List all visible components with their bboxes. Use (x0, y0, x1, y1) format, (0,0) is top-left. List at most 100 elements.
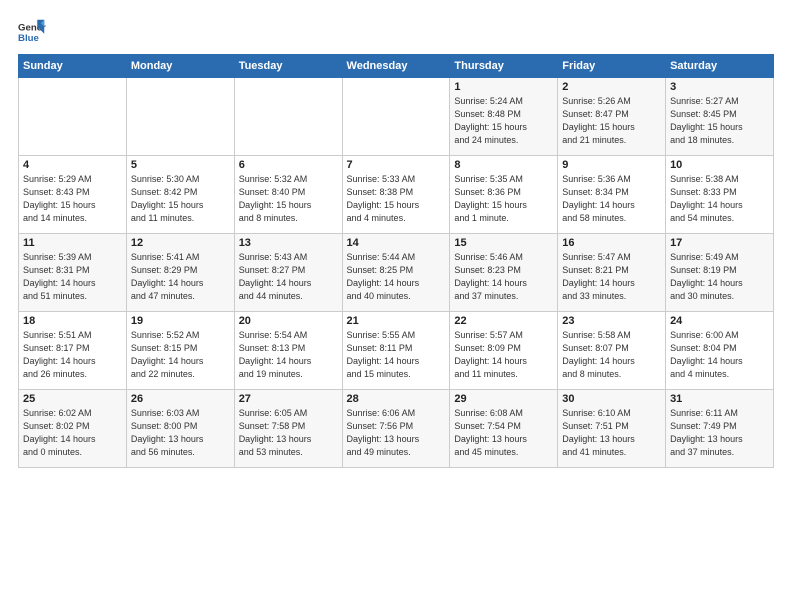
day-cell: 25 Sunrise: 6:02 AM Sunset: 8:02 PM Dayli… (19, 390, 127, 468)
day-info: Sunrise: 5:29 AM Sunset: 8:43 PM Dayligh… (23, 173, 122, 225)
day-info: Sunrise: 6:03 AM Sunset: 8:00 PM Dayligh… (131, 407, 230, 459)
day-info: Sunrise: 5:49 AM Sunset: 8:19 PM Dayligh… (670, 251, 769, 303)
day-cell (234, 78, 342, 156)
header-cell-thursday: Thursday (450, 55, 558, 78)
day-number: 24 (670, 315, 769, 327)
day-info: Sunrise: 6:06 AM Sunset: 7:56 PM Dayligh… (347, 407, 446, 459)
logo-icon: General Blue (18, 18, 46, 46)
day-info: Sunrise: 5:58 AM Sunset: 8:07 PM Dayligh… (562, 329, 661, 381)
day-cell: 2 Sunrise: 5:26 AM Sunset: 8:47 PM Daylig… (558, 78, 666, 156)
day-cell (126, 78, 234, 156)
header-cell-saturday: Saturday (666, 55, 774, 78)
day-info: Sunrise: 5:41 AM Sunset: 8:29 PM Dayligh… (131, 251, 230, 303)
day-info: Sunrise: 5:57 AM Sunset: 8:09 PM Dayligh… (454, 329, 553, 381)
day-number: 14 (347, 237, 446, 249)
day-cell: 4 Sunrise: 5:29 AM Sunset: 8:43 PM Daylig… (19, 156, 127, 234)
day-info: Sunrise: 5:44 AM Sunset: 8:25 PM Dayligh… (347, 251, 446, 303)
day-cell: 8 Sunrise: 5:35 AM Sunset: 8:36 PM Daylig… (450, 156, 558, 234)
day-info: Sunrise: 6:10 AM Sunset: 7:51 PM Dayligh… (562, 407, 661, 459)
day-info: Sunrise: 6:02 AM Sunset: 8:02 PM Dayligh… (23, 407, 122, 459)
header-cell-sunday: Sunday (19, 55, 127, 78)
day-number: 15 (454, 237, 553, 249)
day-info: Sunrise: 5:24 AM Sunset: 8:48 PM Dayligh… (454, 95, 553, 147)
day-info: Sunrise: 5:32 AM Sunset: 8:40 PM Dayligh… (239, 173, 338, 225)
day-number: 12 (131, 237, 230, 249)
day-info: Sunrise: 6:05 AM Sunset: 7:58 PM Dayligh… (239, 407, 338, 459)
week-row-1: 1 Sunrise: 5:24 AM Sunset: 8:48 PM Daylig… (19, 78, 774, 156)
day-number: 22 (454, 315, 553, 327)
day-info: Sunrise: 5:39 AM Sunset: 8:31 PM Dayligh… (23, 251, 122, 303)
day-info: Sunrise: 5:26 AM Sunset: 8:47 PM Dayligh… (562, 95, 661, 147)
day-info: Sunrise: 6:08 AM Sunset: 7:54 PM Dayligh… (454, 407, 553, 459)
day-number: 1 (454, 81, 553, 93)
header-row: SundayMondayTuesdayWednesdayThursdayFrid… (19, 55, 774, 78)
day-info: Sunrise: 5:38 AM Sunset: 8:33 PM Dayligh… (670, 173, 769, 225)
day-cell: 26 Sunrise: 6:03 AM Sunset: 8:00 PM Dayli… (126, 390, 234, 468)
day-info: Sunrise: 5:51 AM Sunset: 8:17 PM Dayligh… (23, 329, 122, 381)
day-number: 28 (347, 393, 446, 405)
day-number: 23 (562, 315, 661, 327)
week-row-4: 18Sunrise: 5:51 AM Sunset: 8:17 PM Dayli… (19, 312, 774, 390)
day-info: Sunrise: 5:27 AM Sunset: 8:45 PM Dayligh… (670, 95, 769, 147)
day-cell: 1 Sunrise: 5:24 AM Sunset: 8:48 PM Daylig… (450, 78, 558, 156)
day-number: 9 (562, 159, 661, 171)
day-info: Sunrise: 5:30 AM Sunset: 8:42 PM Dayligh… (131, 173, 230, 225)
day-cell: 23 Sunrise: 5:58 AM Sunset: 8:07 PM Dayli… (558, 312, 666, 390)
header-cell-friday: Friday (558, 55, 666, 78)
day-cell: 22 Sunrise: 5:57 AM Sunset: 8:09 PM Dayli… (450, 312, 558, 390)
day-cell: 12 Sunrise: 5:41 AM Sunset: 8:29 PM Dayli… (126, 234, 234, 312)
header-cell-tuesday: Tuesday (234, 55, 342, 78)
day-number: 11 (23, 237, 122, 249)
day-cell: 28 Sunrise: 6:06 AM Sunset: 7:56 PM Dayli… (342, 390, 450, 468)
day-info: Sunrise: 5:43 AM Sunset: 8:27 PM Dayligh… (239, 251, 338, 303)
day-cell: 14 Sunrise: 5:44 AM Sunset: 8:25 PM Dayli… (342, 234, 450, 312)
week-row-2: 4 Sunrise: 5:29 AM Sunset: 8:43 PM Daylig… (19, 156, 774, 234)
day-cell: 18Sunrise: 5:51 AM Sunset: 8:17 PM Dayli… (19, 312, 127, 390)
day-cell: 5 Sunrise: 5:30 AM Sunset: 8:42 PM Daylig… (126, 156, 234, 234)
day-number: 27 (239, 393, 338, 405)
day-number: 3 (670, 81, 769, 93)
day-cell: 20 Sunrise: 5:54 AM Sunset: 8:13 PM Dayli… (234, 312, 342, 390)
calendar-table: SundayMondayTuesdayWednesdayThursdayFrid… (18, 54, 774, 468)
day-info: Sunrise: 5:33 AM Sunset: 8:38 PM Dayligh… (347, 173, 446, 225)
day-info: Sunrise: 6:11 AM Sunset: 7:49 PM Dayligh… (670, 407, 769, 459)
day-cell: 10Sunrise: 5:38 AM Sunset: 8:33 PM Dayli… (666, 156, 774, 234)
day-cell: 11 Sunrise: 5:39 AM Sunset: 8:31 PM Dayli… (19, 234, 127, 312)
svg-text:Blue: Blue (18, 33, 39, 44)
day-number: 17 (670, 237, 769, 249)
day-info: Sunrise: 5:54 AM Sunset: 8:13 PM Dayligh… (239, 329, 338, 381)
day-info: Sunrise: 5:55 AM Sunset: 8:11 PM Dayligh… (347, 329, 446, 381)
logo: General Blue (18, 18, 50, 46)
day-info: Sunrise: 5:47 AM Sunset: 8:21 PM Dayligh… (562, 251, 661, 303)
week-row-5: 25 Sunrise: 6:02 AM Sunset: 8:02 PM Dayli… (19, 390, 774, 468)
day-cell: 24 Sunrise: 6:00 AM Sunset: 8:04 PM Dayli… (666, 312, 774, 390)
day-cell: 9Sunrise: 5:36 AM Sunset: 8:34 PM Daylig… (558, 156, 666, 234)
day-number: 19 (131, 315, 230, 327)
day-cell (19, 78, 127, 156)
header-cell-monday: Monday (126, 55, 234, 78)
day-number: 26 (131, 393, 230, 405)
day-number: 21 (347, 315, 446, 327)
day-number: 4 (23, 159, 122, 171)
day-number: 25 (23, 393, 122, 405)
day-number: 20 (239, 315, 338, 327)
day-cell: 30 Sunrise: 6:10 AM Sunset: 7:51 PM Dayli… (558, 390, 666, 468)
day-info: Sunrise: 5:35 AM Sunset: 8:36 PM Dayligh… (454, 173, 553, 225)
day-cell (342, 78, 450, 156)
day-cell: 29Sunrise: 6:08 AM Sunset: 7:54 PM Dayli… (450, 390, 558, 468)
day-number: 8 (454, 159, 553, 171)
day-cell: 19Sunrise: 5:52 AM Sunset: 8:15 PM Dayli… (126, 312, 234, 390)
day-number: 16 (562, 237, 661, 249)
day-number: 6 (239, 159, 338, 171)
day-number: 2 (562, 81, 661, 93)
day-cell: 31Sunrise: 6:11 AM Sunset: 7:49 PM Dayli… (666, 390, 774, 468)
day-info: Sunrise: 5:46 AM Sunset: 8:23 PM Dayligh… (454, 251, 553, 303)
day-number: 5 (131, 159, 230, 171)
day-cell: 13Sunrise: 5:43 AM Sunset: 8:27 PM Dayli… (234, 234, 342, 312)
day-cell: 15 Sunrise: 5:46 AM Sunset: 8:23 PM Dayli… (450, 234, 558, 312)
day-cell: 3 Sunrise: 5:27 AM Sunset: 8:45 PM Daylig… (666, 78, 774, 156)
day-number: 30 (562, 393, 661, 405)
day-cell: 7Sunrise: 5:33 AM Sunset: 8:38 PM Daylig… (342, 156, 450, 234)
page: General Blue SundayMondayTuesdayWednesda… (0, 0, 792, 612)
day-info: Sunrise: 6:00 AM Sunset: 8:04 PM Dayligh… (670, 329, 769, 381)
